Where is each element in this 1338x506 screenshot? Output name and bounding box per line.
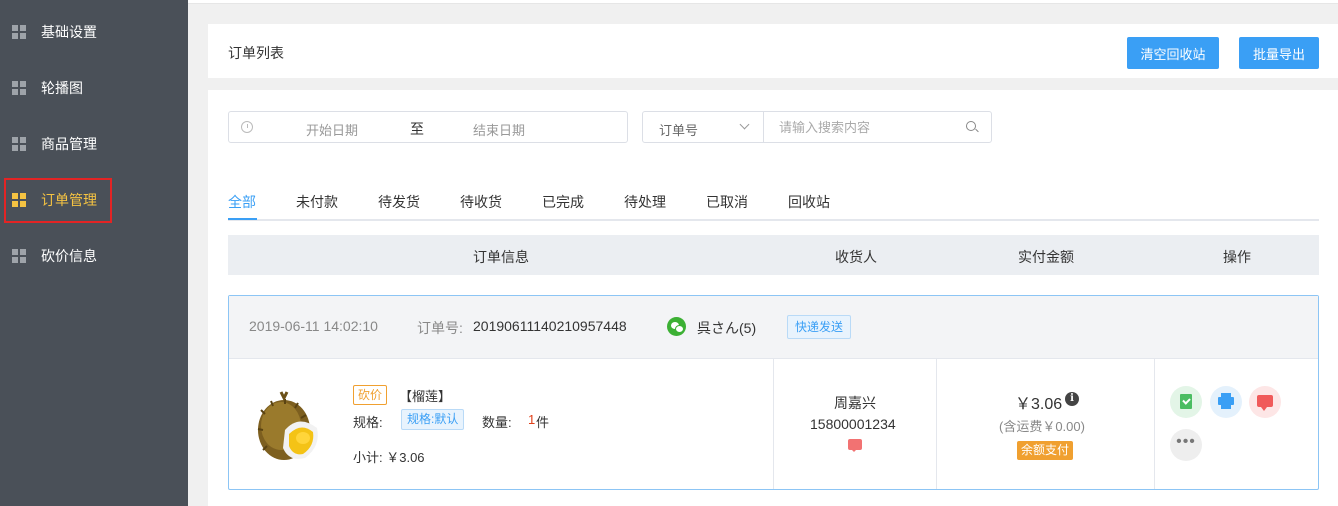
receiver-name: 周嘉兴 [834, 395, 876, 411]
wechat-icon [667, 317, 686, 336]
sidebar-item-orders[interactable]: 订单管理 [0, 172, 188, 228]
message-icon[interactable] [848, 439, 862, 452]
batch-export-button[interactable]: 批量导出 [1239, 37, 1319, 69]
quantity-label: 数量: [482, 415, 512, 430]
active-tab-indicator [228, 218, 257, 220]
column-divider [773, 359, 774, 489]
sidebar-item-label: 砍价信息 [41, 248, 97, 264]
grid-icon [12, 193, 26, 207]
sidebar-item-label: 轮播图 [41, 80, 83, 96]
page-header: 订单列表 清空回收站 批量导出 [208, 24, 1338, 78]
search-field-select[interactable]: 订单号 [643, 112, 764, 142]
end-date-input[interactable]: 结束日期 [473, 120, 525, 139]
bargain-tag: 砍价 [353, 385, 388, 405]
tab-completed[interactable]: 已完成 [542, 192, 584, 212]
clear-recycle-button[interactable]: 清空回收站 [1127, 37, 1219, 69]
order-number-label: 订单号: [417, 320, 463, 336]
page-title: 订单列表 [228, 45, 284, 61]
paid-amount: ￥3.06 [1015, 396, 1063, 413]
confirm-order-button[interactable] [1170, 386, 1202, 418]
column-header: 订单信息 [473, 249, 529, 265]
main-content: 开始日期 至 结束日期 订单号 全部 未付款 待发货 待收货 已完成 待处理 已… [208, 90, 1338, 506]
subtotal: 小计: ￥3.06 [353, 450, 425, 465]
sidebar-item-products[interactable]: 商品管理 [0, 116, 188, 172]
order-datetime: 2019-06-11 14:02:10 [249, 318, 378, 334]
column-header: 实付金额 [1018, 249, 1074, 265]
top-strip [188, 0, 1338, 4]
column-header: 操作 [1223, 249, 1251, 265]
tab-to-receive[interactable]: 待收货 [460, 192, 502, 212]
order-header: 2019-06-11 14:02:10 订单号: 201906111402109… [229, 296, 1318, 359]
search-input[interactable] [765, 112, 955, 142]
order-card: 2019-06-11 14:02:10 订单号: 201906111402109… [228, 295, 1319, 490]
more-button[interactable]: ••• [1170, 429, 1202, 461]
grid-icon [12, 249, 26, 263]
grid-icon [12, 25, 26, 39]
column-header: 收货人 [835, 249, 877, 265]
remark-button[interactable] [1249, 386, 1281, 418]
tab-recycle-bin[interactable]: 回收站 [788, 192, 830, 212]
search-group: 订单号 [642, 111, 992, 143]
grid-icon [12, 137, 26, 151]
search-field-selected: 订单号 [659, 123, 699, 138]
freight-note: (含运费￥0.00) [999, 419, 1085, 434]
sidebar-item-label: 基础设置 [41, 24, 97, 40]
sidebar-item-label: 商品管理 [41, 136, 97, 152]
delivery-badge: 快递发送 [787, 315, 852, 339]
grid-icon [12, 81, 26, 95]
spec-tag: 规格:默认 [401, 409, 465, 430]
quantity-unit: 件 [536, 415, 550, 430]
start-date-input[interactable]: 开始日期 [306, 120, 358, 139]
sidebar: 基础设置 轮播图 商品管理 订单管理 砍价信息 [0, 0, 188, 506]
product-name[interactable]: 【榴莲】 [399, 386, 451, 405]
clipboard-check-icon [1180, 394, 1192, 409]
message-icon [1257, 395, 1273, 411]
sidebar-item-basic-settings[interactable]: 基础设置 [0, 4, 188, 60]
order-status-tabs: 全部 未付款 待发货 待收货 已完成 待处理 已取消 回收站 [228, 184, 1319, 221]
tab-unpaid[interactable]: 未付款 [296, 192, 338, 212]
product-image[interactable] [251, 384, 323, 466]
table-header: 订单信息 收货人 实付金额 操作 [228, 235, 1319, 275]
printer-icon [1218, 393, 1234, 409]
date-range-picker[interactable]: 开始日期 至 结束日期 [228, 111, 628, 143]
search-icon[interactable] [966, 121, 976, 131]
sidebar-item-carousel[interactable]: 轮播图 [0, 60, 188, 116]
spec-label: 规格: [353, 415, 383, 430]
clock-icon [241, 121, 253, 133]
chevron-down-icon [739, 119, 750, 130]
order-number: 20190611140210957448 [473, 318, 627, 334]
date-separator: 至 [410, 121, 424, 137]
sidebar-item-label: 订单管理 [41, 192, 97, 208]
info-icon[interactable]: i [1065, 392, 1079, 406]
payment-method-tag: 余额支付 [1017, 441, 1074, 460]
quantity-value: 1 [528, 412, 536, 427]
more-icon: ••• [1176, 433, 1196, 450]
tab-to-ship[interactable]: 待发货 [378, 192, 420, 212]
tab-pending[interactable]: 待处理 [624, 192, 666, 212]
column-divider [1154, 359, 1155, 489]
order-user: 呉さん(5) [697, 320, 757, 336]
sidebar-item-bargain-info[interactable]: 砍价信息 [0, 228, 188, 284]
tab-all[interactable]: 全部 [228, 192, 256, 212]
column-divider [936, 359, 937, 489]
print-button[interactable] [1210, 386, 1242, 418]
tab-cancelled[interactable]: 已取消 [706, 192, 748, 212]
receiver-phone: 15800001234 [810, 416, 896, 432]
